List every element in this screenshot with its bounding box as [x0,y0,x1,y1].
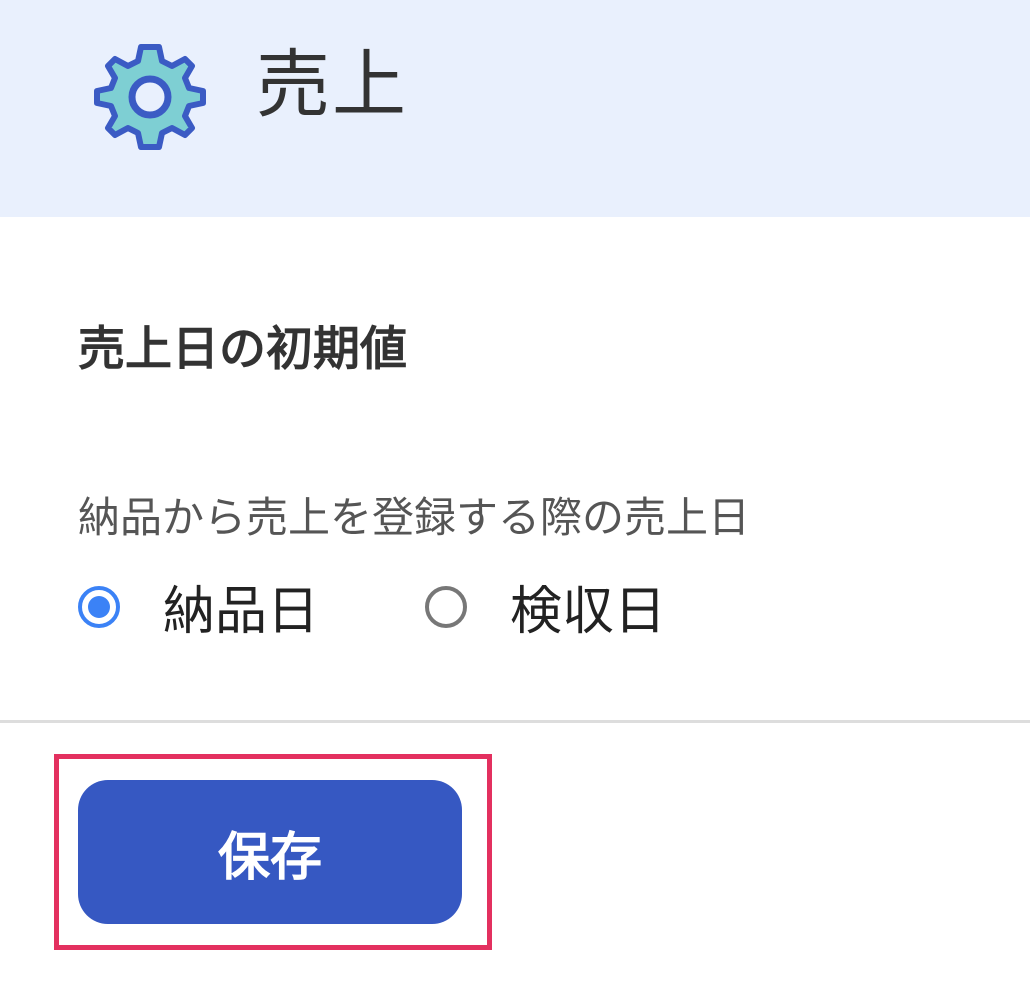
page-title: 売上 [256,42,408,128]
save-button[interactable]: 保存 [78,780,462,924]
page-header: 売上 [0,0,1030,217]
radio-button-checked[interactable] [78,586,120,628]
gear-icon [94,44,206,150]
radio-label-delivery-date: 納品日 [163,582,320,642]
radio-option-inspection-date[interactable]: 検収日 [425,578,715,650]
radio-label-inspection-date: 検収日 [510,582,667,642]
radio-option-delivery-date[interactable]: 納品日 [78,578,368,650]
sales-date-field-label: 納品から売上を登録する際の売上日 [78,493,751,542]
divider [0,720,1030,723]
radio-button-unchecked[interactable] [425,586,467,628]
section-title: 売上日の初期値 [78,322,407,377]
